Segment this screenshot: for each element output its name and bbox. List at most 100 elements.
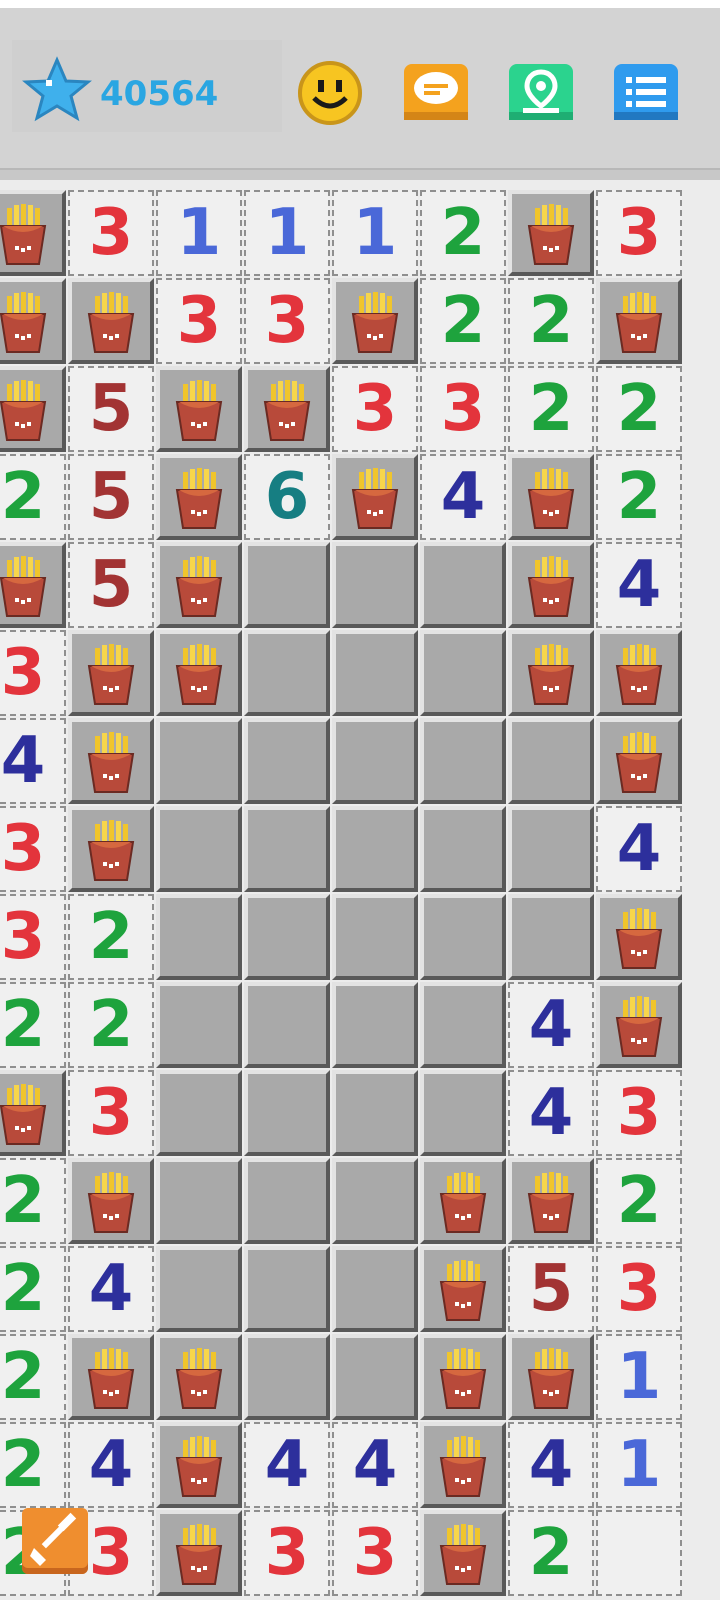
cell-fries-flag[interactable] <box>0 1070 66 1156</box>
cell-revealed[interactable]: 1 <box>156 190 242 276</box>
cell-unrevealed[interactable] <box>332 542 418 628</box>
menu-list-icon[interactable] <box>612 60 680 126</box>
cell-fries-flag[interactable] <box>420 1422 506 1508</box>
cell-revealed[interactable]: 2 <box>0 454 66 540</box>
cell-fries-flag[interactable] <box>156 1510 242 1596</box>
cell-unrevealed[interactable] <box>244 1334 330 1420</box>
cell-fries-flag[interactable] <box>508 1158 594 1244</box>
cell-revealed[interactable]: 4 <box>332 1422 418 1508</box>
cell-fries-flag[interactable] <box>332 278 418 364</box>
cell-fries-flag[interactable] <box>596 982 682 1068</box>
cell-revealed[interactable]: 3 <box>244 1510 330 1596</box>
cell-fries-flag[interactable] <box>68 806 154 892</box>
cell-unrevealed[interactable] <box>420 894 506 980</box>
cell-revealed[interactable]: 4 <box>508 982 594 1068</box>
cell-fries-flag[interactable] <box>0 366 66 452</box>
cell-fries-flag[interactable] <box>156 542 242 628</box>
cell-fries-flag[interactable] <box>68 1334 154 1420</box>
cell-unrevealed[interactable] <box>244 1070 330 1156</box>
cell-revealed[interactable]: 2 <box>0 982 66 1068</box>
cell-revealed[interactable]: 4 <box>0 718 66 804</box>
cell-revealed[interactable]: 5 <box>68 454 154 540</box>
cell-fries-flag[interactable] <box>508 542 594 628</box>
cell-unrevealed[interactable] <box>244 718 330 804</box>
cell-unrevealed[interactable] <box>420 806 506 892</box>
cell-revealed[interactable]: 4 <box>244 1422 330 1508</box>
cell-fries-flag[interactable] <box>156 366 242 452</box>
cell-fries-flag[interactable] <box>0 542 66 628</box>
cell-unrevealed[interactable] <box>244 1158 330 1244</box>
cell-unrevealed[interactable] <box>420 982 506 1068</box>
smiley-face-icon[interactable] <box>296 60 364 126</box>
cell-revealed[interactable]: 6 <box>244 454 330 540</box>
cell-fries-flag[interactable] <box>420 1158 506 1244</box>
cell-revealed[interactable]: 4 <box>68 1246 154 1332</box>
cell-revealed[interactable]: 3 <box>68 190 154 276</box>
cell-revealed[interactable]: 3 <box>0 894 66 980</box>
cell-fries-flag[interactable] <box>420 1510 506 1596</box>
cell-revealed[interactable]: 1 <box>332 190 418 276</box>
cell-fries-flag[interactable] <box>508 630 594 716</box>
cell-unrevealed[interactable] <box>332 806 418 892</box>
cell-unrevealed[interactable] <box>332 718 418 804</box>
cell-unrevealed[interactable] <box>508 718 594 804</box>
cell-revealed[interactable]: 2 <box>596 366 682 452</box>
cell-fries-flag[interactable] <box>596 894 682 980</box>
cell-revealed[interactable]: 2 <box>0 1246 66 1332</box>
cell-revealed[interactable]: 5 <box>68 366 154 452</box>
cell-unrevealed[interactable] <box>244 630 330 716</box>
cell-unrevealed[interactable] <box>156 1158 242 1244</box>
cell-revealed[interactable]: 4 <box>596 542 682 628</box>
cell-fries-flag[interactable] <box>156 630 242 716</box>
cell-revealed[interactable]: 2 <box>420 278 506 364</box>
cell-revealed[interactable]: 3 <box>0 806 66 892</box>
cell-unrevealed[interactable] <box>332 1158 418 1244</box>
cell-revealed[interactable]: 3 <box>596 1246 682 1332</box>
cell-unrevealed[interactable] <box>332 894 418 980</box>
cell-unrevealed[interactable] <box>420 542 506 628</box>
cell-fries-flag[interactable] <box>244 366 330 452</box>
cell-unrevealed[interactable] <box>332 1246 418 1332</box>
cell-revealed[interactable]: 2 <box>0 1334 66 1420</box>
cell-unrevealed[interactable] <box>156 718 242 804</box>
cell-revealed[interactable]: 3 <box>332 366 418 452</box>
cell-revealed[interactable]: 2 <box>596 1158 682 1244</box>
cell-fries-flag[interactable] <box>596 278 682 364</box>
cell-unrevealed[interactable] <box>156 894 242 980</box>
cell-fries-flag[interactable] <box>420 1334 506 1420</box>
cell-revealed[interactable]: 3 <box>596 1070 682 1156</box>
cell-unrevealed[interactable] <box>508 894 594 980</box>
cell-revealed[interactable]: 1 <box>596 1422 682 1508</box>
cell-fries-flag[interactable] <box>68 718 154 804</box>
cell-revealed[interactable]: 3 <box>68 1070 154 1156</box>
cell-unrevealed[interactable] <box>244 894 330 980</box>
cell-revealed[interactable]: 2 <box>508 278 594 364</box>
cell-revealed[interactable]: 3 <box>420 366 506 452</box>
cell-unrevealed[interactable] <box>332 630 418 716</box>
cell-fries-flag[interactable] <box>508 190 594 276</box>
cell-fries-flag[interactable] <box>68 278 154 364</box>
cell-fries-flag[interactable] <box>0 190 66 276</box>
map-pin-icon[interactable] <box>507 60 575 126</box>
cell-unrevealed[interactable] <box>420 1070 506 1156</box>
cell-fries-flag[interactable] <box>0 278 66 364</box>
cell-unrevealed[interactable] <box>244 542 330 628</box>
cell-fries-flag[interactable] <box>156 454 242 540</box>
cell-revealed[interactable]: 2 <box>508 1510 594 1596</box>
cell-revealed[interactable]: 2 <box>0 1422 66 1508</box>
cell-revealed[interactable]: 1 <box>596 1334 682 1420</box>
cell-unrevealed[interactable] <box>244 1246 330 1332</box>
cell-unrevealed[interactable] <box>156 1070 242 1156</box>
cell-unrevealed[interactable] <box>156 982 242 1068</box>
cell-unrevealed[interactable] <box>244 806 330 892</box>
cell-fries-flag[interactable] <box>156 1422 242 1508</box>
cell-unrevealed[interactable] <box>420 718 506 804</box>
cell-unrevealed[interactable] <box>332 1334 418 1420</box>
cell-revealed[interactable]: 4 <box>508 1422 594 1508</box>
cell-unrevealed[interactable] <box>332 1070 418 1156</box>
cell-revealed[interactable]: 3 <box>596 190 682 276</box>
cell-unrevealed[interactable] <box>156 1246 242 1332</box>
cell-fries-flag[interactable] <box>420 1246 506 1332</box>
cell-fries-flag[interactable] <box>332 454 418 540</box>
cell-fries-flag[interactable] <box>68 1158 154 1244</box>
